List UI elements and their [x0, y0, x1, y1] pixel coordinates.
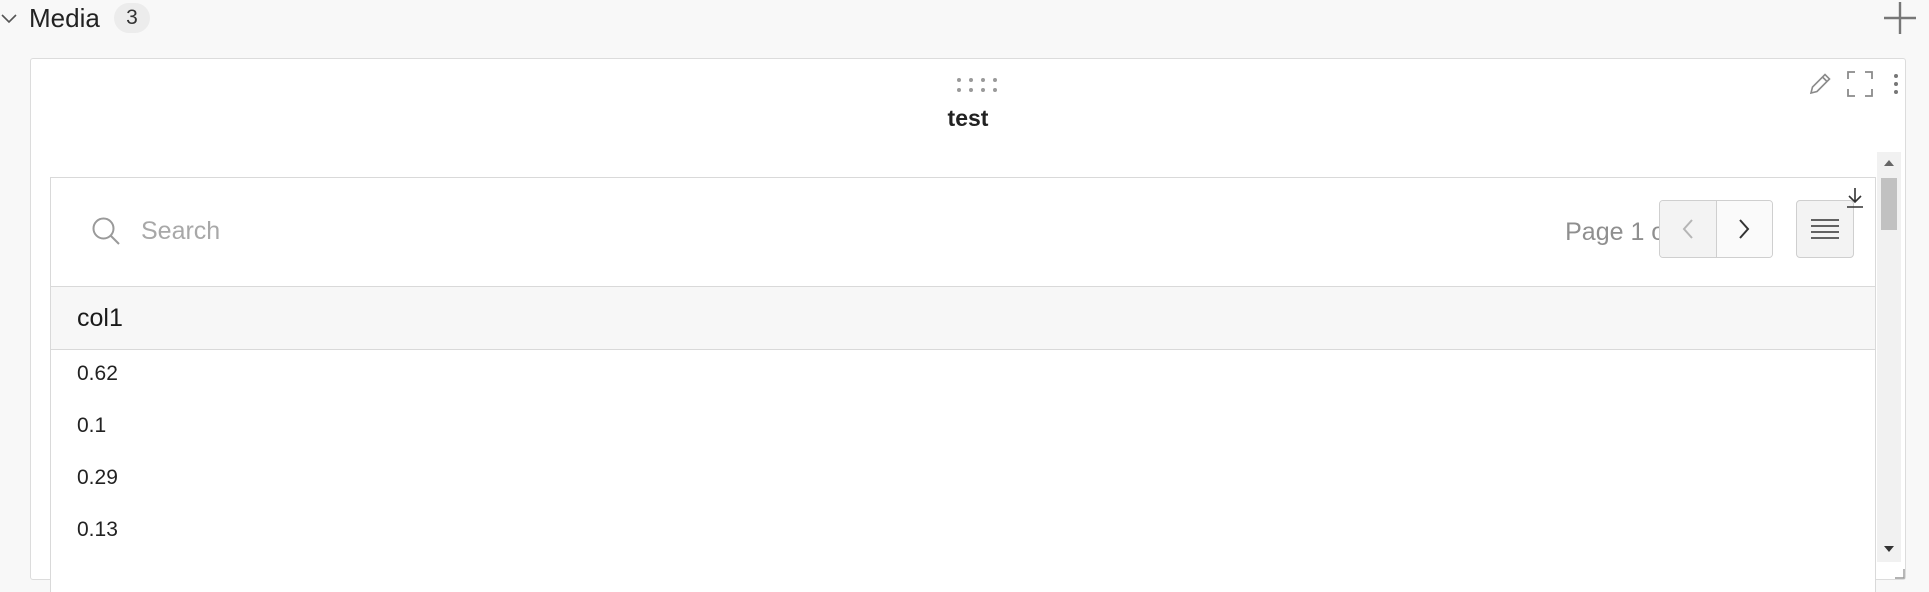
table-row: 0.29 — [51, 454, 1875, 506]
table-header-row: col1 — [51, 286, 1875, 350]
table-row: 0.62 — [51, 350, 1875, 402]
scrollbar-thumb[interactable] — [1881, 178, 1897, 230]
section-title: Media — [29, 3, 100, 33]
prev-page-button[interactable] — [1660, 201, 1716, 257]
pager — [1659, 200, 1773, 258]
section-header: Media 3 — [0, 0, 1929, 36]
media-panel: test Page 1 of 2 — [30, 58, 1906, 592]
chevron-left-icon — [1682, 219, 1693, 239]
drag-handle-icon[interactable] — [955, 77, 999, 93]
data-table: Page 1 of 2 — [50, 177, 1876, 592]
table-row: 0.13 — [51, 506, 1875, 558]
table-cell: 0.29 — [77, 466, 118, 489]
count-badge: 3 — [114, 3, 150, 33]
fullscreen-icon[interactable] — [1845, 69, 1875, 99]
menu-lines-icon — [1811, 219, 1839, 239]
table-toolbar: Page 1 of 2 — [51, 178, 1875, 286]
table-cell: 0.62 — [77, 362, 118, 385]
more-vertical-icon[interactable] — [1881, 69, 1911, 99]
scroll-down-arrow-icon[interactable] — [1881, 542, 1897, 556]
scroll-up-arrow-icon[interactable] — [1881, 156, 1897, 170]
table-cell: 0.13 — [77, 518, 118, 541]
table-row: 0.1 — [51, 402, 1875, 454]
column-header[interactable]: col1 — [77, 304, 123, 333]
search-input[interactable] — [141, 210, 741, 252]
pencil-icon[interactable] — [1805, 69, 1835, 99]
vertical-scrollbar[interactable] — [1877, 152, 1901, 562]
chevron-right-icon — [1739, 219, 1750, 239]
search-icon — [92, 217, 120, 245]
download-icon[interactable] — [1845, 186, 1865, 210]
resize-handle-icon[interactable] — [1893, 567, 1905, 579]
table-cell: 0.1 — [77, 414, 107, 437]
chevron-down-icon[interactable] — [0, 10, 18, 28]
panel-title: test — [947, 105, 989, 131]
plus-icon[interactable] — [1880, 0, 1920, 36]
next-page-button[interactable] — [1715, 201, 1772, 257]
